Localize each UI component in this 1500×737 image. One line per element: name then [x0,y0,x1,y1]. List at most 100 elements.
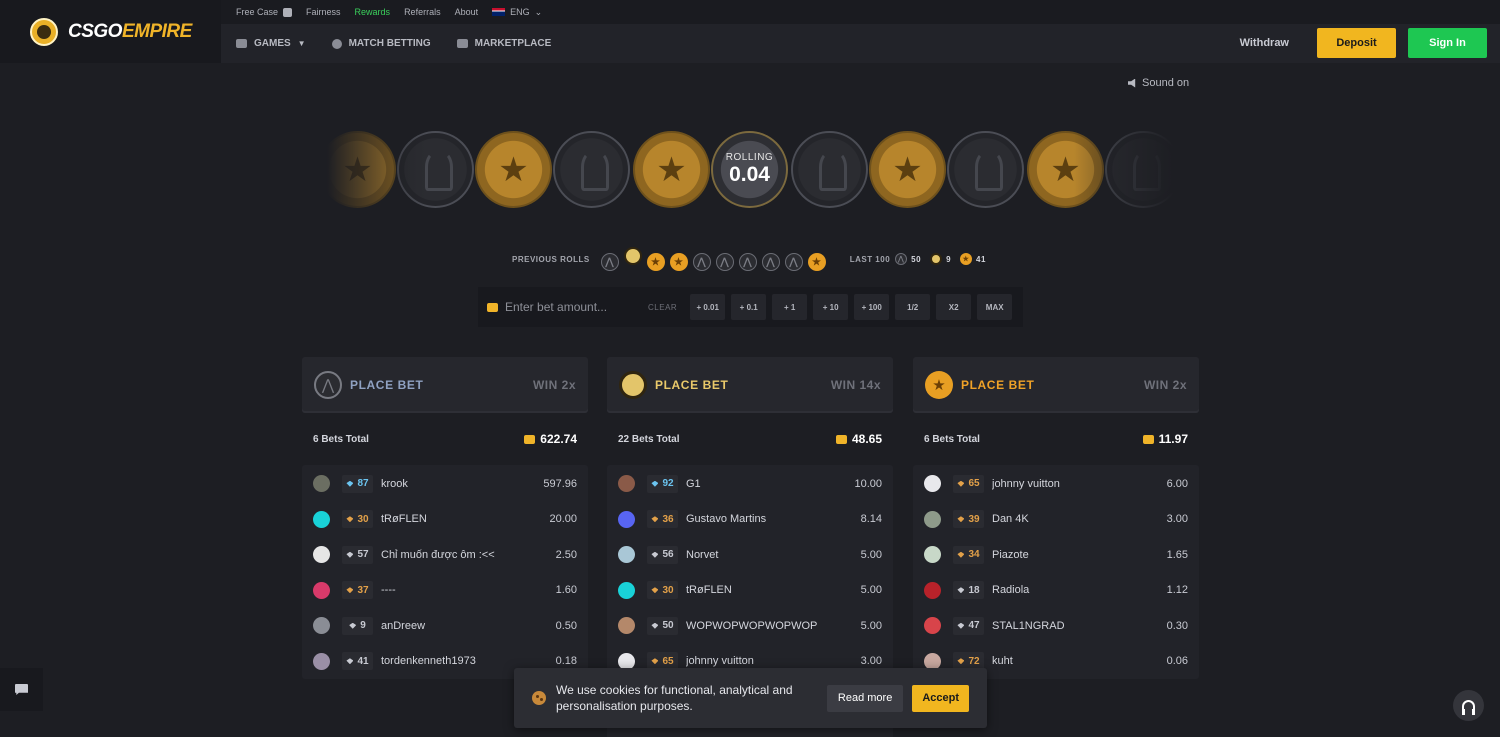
referrals-link[interactable]: Referrals [404,7,441,17]
bet-amount: 8.14 [860,513,882,526]
accept-cookies-button[interactable]: Accept [912,684,969,712]
rewards-link[interactable]: Rewards [355,7,391,17]
username[interactable]: kuht [992,655,1167,667]
previous-rolls: PREVIOUS ROLLS ⋀ ★ ★ ⋀ ⋀ ⋀ ⋀ ⋀ ★ LAST 100 ⋀ 50 9 … [512,246,990,272]
bonus-icon [930,253,943,265]
username[interactable]: Radiola [992,584,1167,596]
logo[interactable]: CSGOEMPIRE [0,0,221,63]
nav-games[interactable]: GAMES ▼ [236,38,306,49]
table-row: 9 anDreew 0.50 [302,608,588,644]
bonus-icon [619,371,647,399]
add-0.1-button[interactable]: + 0.1 [731,294,767,320]
avatar[interactable] [313,475,330,493]
level-value: 56 [662,549,674,561]
level-value: 39 [968,513,980,525]
avatar[interactable] [618,510,635,528]
avatar[interactable] [618,581,635,599]
username[interactable]: anDreew [381,620,556,632]
username[interactable]: Chỉ muốn được ôm :<< [381,549,556,561]
username[interactable]: Dan 4K [992,513,1167,525]
place-bet-t-button[interactable]: ★ PLACE BET WIN 2x [913,357,1199,413]
avatar[interactable] [924,510,941,528]
max-button[interactable]: MAX [977,294,1013,320]
place-bet-ct-button[interactable]: ⋀ PLACE BET WIN 2x [302,357,588,413]
free-case-link[interactable]: Free Case [236,7,293,17]
sound-toggle[interactable]: Sound on [1128,77,1189,89]
level-value: 72 [968,655,980,667]
bet-amount-input[interactable] [505,300,645,314]
double-button[interactable]: X2 [936,294,972,320]
username[interactable]: johnny vuitton [686,655,861,667]
avatar[interactable] [313,617,330,635]
username[interactable]: tordenkenneth1973 [381,655,556,667]
avatar[interactable] [313,652,330,670]
add-0.01-button[interactable]: + 0.01 [690,294,726,320]
table-row: 18 Radiola 1.12 [913,573,1199,609]
language-selector[interactable]: ENG ⌄ [492,7,542,18]
avatar[interactable] [924,546,941,564]
username[interactable]: Norvet [686,549,861,561]
withdraw-button[interactable]: Withdraw [1224,28,1305,58]
level-badge: 92 [647,474,678,493]
bet-amount: 597.96 [543,477,577,490]
nav-match-betting[interactable]: MATCH BETTING [331,38,431,49]
level-value: 47 [968,620,980,632]
ct-roll-icon: ⋀ [738,253,757,272]
level-diamond-icon [346,480,354,487]
username[interactable]: Gustavo Martins [686,513,861,525]
table-row: 57 Chỉ muốn được ôm :<< 2.50 [302,537,588,573]
avatar[interactable] [924,581,941,599]
bets-total-amount: 48.65 [851,432,882,446]
avatar[interactable] [313,546,330,564]
username[interactable]: johnny vuitton [992,478,1167,490]
level-diamond-icon [346,516,354,523]
username[interactable]: tRøFLEN [686,584,861,596]
deposit-button[interactable]: Deposit [1317,28,1396,58]
read-more-button[interactable]: Read more [826,684,904,712]
nav-marketplace[interactable]: MARKETPLACE [456,38,551,49]
half-button[interactable]: 1/2 [895,294,931,320]
about-link[interactable]: About [455,7,479,17]
level-value: 34 [968,549,980,561]
add-10-button[interactable]: + 10 [813,294,849,320]
t-coin [319,131,396,208]
avatar[interactable] [313,581,330,599]
gamepad-icon [236,39,247,48]
support-button[interactable] [1453,690,1484,721]
table-row: 50 WOPWOPWOPWOPWOP 5.00 [607,608,893,644]
level-diamond-icon [651,551,659,558]
avatar[interactable] [618,546,635,564]
avatar[interactable] [618,617,635,635]
bets-total-row: 6 Bets Total 11.97 [913,413,1199,465]
avatar[interactable] [313,510,330,528]
username[interactable]: STAL1NGRAD [992,620,1167,632]
avatar[interactable] [618,475,635,493]
t-roll-icon: ★ [669,253,688,272]
top-links-bar: Free Case Fairness Rewards Referrals Abo… [221,0,1500,24]
username[interactable]: krook [381,478,543,490]
table-row: 47 STAL1NGRAD 0.30 [913,608,1199,644]
username[interactable]: WOPWOPWOPWOPWOP [686,620,861,632]
ct-coin [791,131,868,208]
place-bet-bonus-button[interactable]: PLACE BET WIN 14x [607,357,893,413]
bet-amount: 3.00 [860,655,882,668]
ct-roll-icon: ⋀ [692,253,711,272]
chat-button[interactable] [0,668,43,711]
ct-coin [947,131,1024,208]
fairness-link[interactable]: Fairness [306,7,341,17]
level-value: 18 [968,584,980,596]
bet-amount: 6.00 [1166,477,1188,490]
bonus-count: 9 [946,254,952,264]
add-100-button[interactable]: + 100 [854,294,890,320]
sign-in-button[interactable]: Sign In [1408,28,1487,58]
avatar[interactable] [924,475,941,493]
username[interactable]: Piazote [992,549,1167,561]
table-row: 30 tRøFLEN 5.00 [607,573,893,609]
add-1-button[interactable]: + 1 [772,294,808,320]
avatar[interactable] [924,617,941,635]
clear-button[interactable]: CLEAR [648,303,677,312]
username[interactable]: G1 [686,478,854,490]
username[interactable]: tRøFLEN [381,513,549,525]
username[interactable]: ---- [381,584,556,596]
ct-coin [553,131,630,208]
